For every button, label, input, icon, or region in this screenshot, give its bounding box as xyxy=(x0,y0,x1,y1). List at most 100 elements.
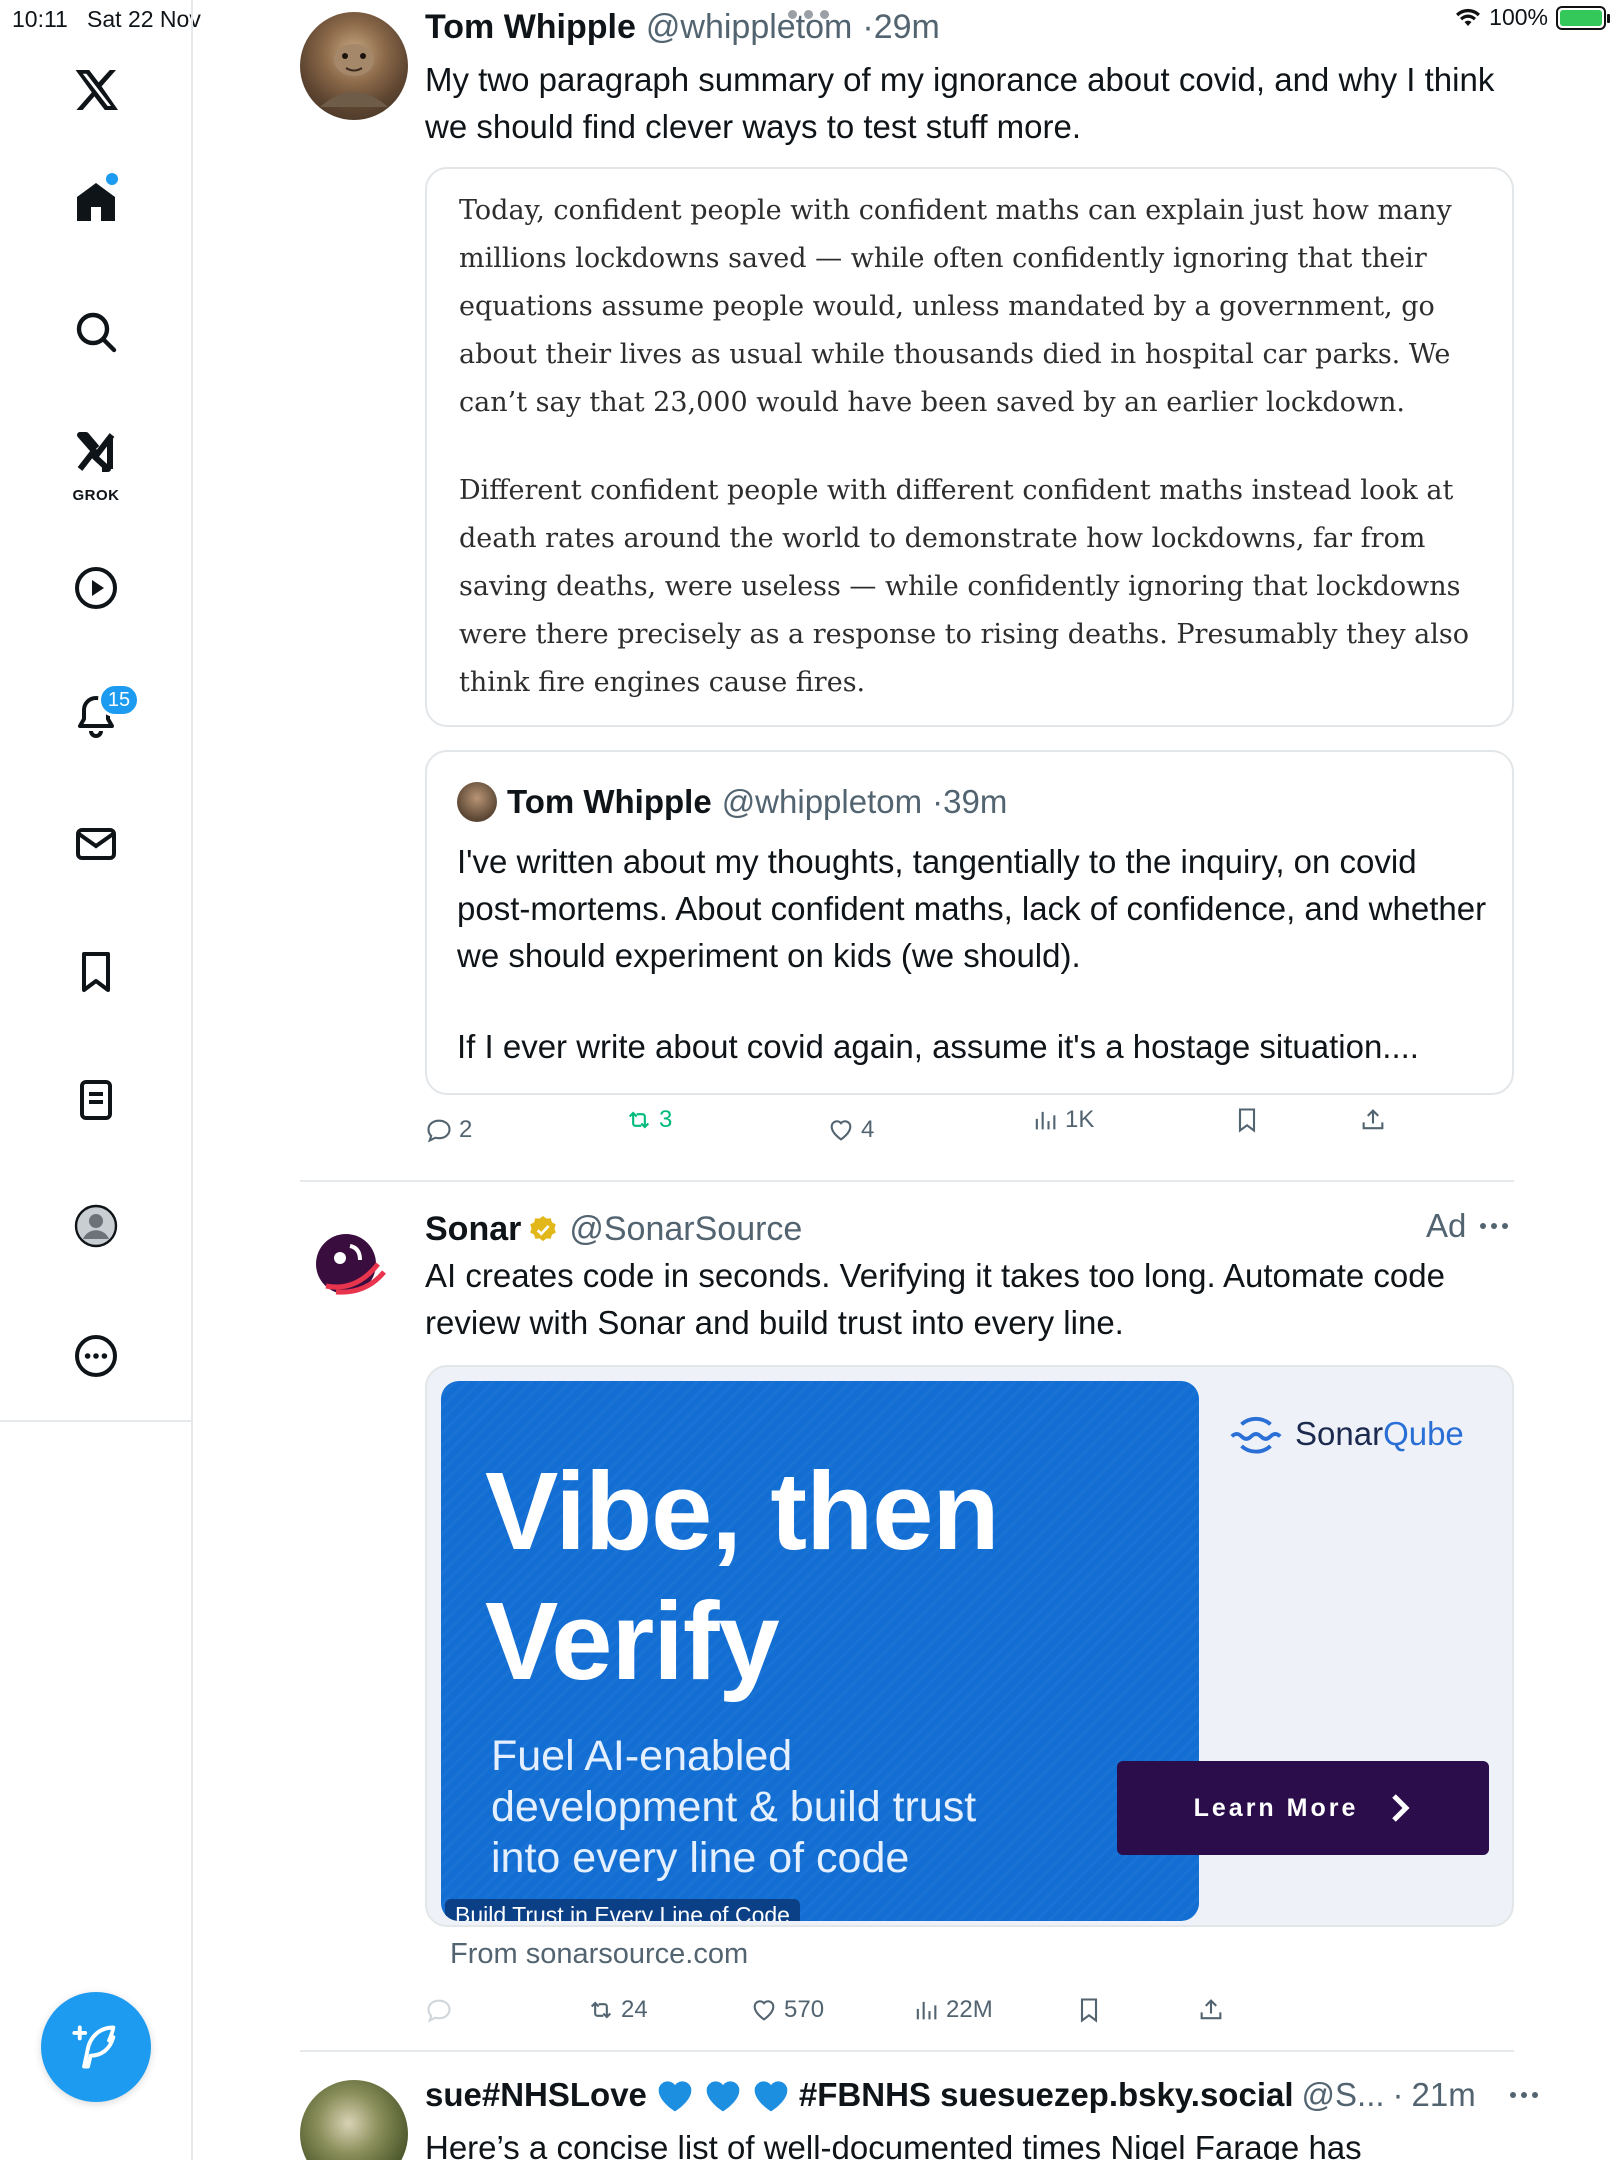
author-name[interactable]: Tom Whipple xyxy=(425,8,636,47)
lists-icon[interactable] xyxy=(56,1060,136,1140)
reply-count: 2 xyxy=(459,1116,473,1143)
repost-button[interactable]: 24 xyxy=(587,1996,648,2024)
author-handle[interactable]: @SonarSource xyxy=(569,1210,802,1249)
status-indicators: 100% xyxy=(1455,4,1610,31)
like-button[interactable]: 4 xyxy=(827,1116,874,1144)
views-icon xyxy=(916,2001,937,2020)
tweet-actions: 24 570 22M xyxy=(425,1990,1514,2030)
learn-more-button[interactable]: Learn More xyxy=(1117,1761,1489,1855)
ad-banner[interactable]: Vibe, then Verify Fuel AI-enabled develo… xyxy=(441,1381,1199,1921)
video-icon[interactable] xyxy=(56,548,136,628)
views-button[interactable]: 1K xyxy=(1031,1106,1094,1134)
mail-icon[interactable] xyxy=(56,804,136,884)
home-icon[interactable] xyxy=(56,162,136,242)
bookmark-icon xyxy=(1238,1108,1256,1133)
more-options-icon[interactable] xyxy=(1509,2092,1538,2098)
like-count: 4 xyxy=(861,1116,875,1143)
bookmark-icon xyxy=(1080,1998,1098,2023)
blue-heart-icon xyxy=(754,2081,788,2112)
dot-separator: · xyxy=(862,8,874,46)
repost-icon xyxy=(628,1111,650,1129)
blue-heart-icon xyxy=(706,2081,740,2112)
wifi-icon xyxy=(1456,8,1481,26)
heart-icon xyxy=(753,2000,775,2021)
profile-icon[interactable] xyxy=(56,1186,136,1266)
repost-button[interactable]: 3 xyxy=(625,1106,672,1134)
grok-label: GROK xyxy=(72,487,120,504)
ad-headline: Vibe, then Verify xyxy=(485,1447,1000,1707)
repost-icon xyxy=(590,2001,612,2019)
compose-icon xyxy=(72,2025,116,2069)
ad-card[interactable]: Vibe, then Verify Fuel AI-enabled develo… xyxy=(425,1365,1514,1927)
author-handle[interactable]: @S... xyxy=(1302,2076,1385,2114)
battery-percent: 100% xyxy=(1489,4,1548,30)
heart-icon xyxy=(830,1120,852,1141)
ad-label-group: Ad xyxy=(1426,1207,1509,1245)
ad-caption: Build Trust in Every Line of Code xyxy=(445,1899,800,1921)
quoted-tweet[interactable]: Tom Whipple @whippletom · 39m I've writt… xyxy=(425,750,1514,1095)
tweet-time[interactable]: 29m xyxy=(874,8,940,47)
share-icon xyxy=(1362,1109,1384,1130)
reply-button[interactable] xyxy=(425,1996,453,2024)
ad-headline-line: Vibe, then xyxy=(485,1450,1000,1573)
views-button[interactable]: 22M xyxy=(912,1996,993,2024)
quoted-tweet-time: 39m xyxy=(943,783,1008,820)
quoted-author-handle: @whippletom xyxy=(721,783,923,820)
ad-sub-line: Fuel AI-enabled xyxy=(491,1732,793,1780)
more-icon[interactable] xyxy=(56,1316,136,1396)
image-paragraph: Different confident people with differen… xyxy=(459,475,1470,698)
quoted-author-name: Tom Whipple xyxy=(507,783,712,820)
author-name-part[interactable]: #FBNHS suesuezep.bsky.social xyxy=(799,2076,1294,2114)
ad-source[interactable]: From sonarsource.com xyxy=(450,1938,748,1971)
bookmark-icon[interactable] xyxy=(56,932,136,1012)
views-count: 22M xyxy=(946,1996,993,2023)
author-name[interactable]: Sonar xyxy=(425,1210,521,1249)
quoted-tweet-header: Tom Whipple @whippletom · 39m xyxy=(457,782,1007,822)
reply-button[interactable]: 2 xyxy=(425,1116,472,1144)
brand-name-suffix: Qube xyxy=(1383,1415,1464,1452)
tweet-header: Tom Whipple @whippletom · 29m xyxy=(425,8,940,47)
ad-label: Ad xyxy=(1426,1207,1467,1244)
dot-separator: · xyxy=(1392,2076,1404,2113)
compose-button[interactable] xyxy=(41,1992,151,2102)
share-button[interactable] xyxy=(1197,1996,1225,2024)
like-count: 570 xyxy=(784,1996,825,2023)
like-button[interactable]: 570 xyxy=(750,1996,824,2024)
learn-more-label: Learn More xyxy=(1193,1793,1359,1822)
x-logo-icon[interactable] xyxy=(56,50,136,130)
ad-subheading: Fuel AI-enabled development & build trus… xyxy=(491,1731,976,1884)
author-handle[interactable]: @whippletom xyxy=(646,8,853,47)
quoted-paragraph: If I ever write about covid again, assum… xyxy=(457,1028,1419,1065)
share-button[interactable] xyxy=(1359,1106,1387,1134)
brand-name: Sonar xyxy=(1295,1415,1384,1452)
avatar[interactable] xyxy=(310,1226,390,1306)
share-icon xyxy=(1200,1999,1222,2020)
sonarqube-wave-icon xyxy=(1230,1416,1282,1454)
tweet-image[interactable]: Today, confident people with confident m… xyxy=(425,167,1514,727)
bookmark-button[interactable] xyxy=(1075,1996,1103,2024)
unread-dot xyxy=(106,173,118,185)
blue-heart-icon xyxy=(658,2081,692,2112)
quoted-paragraph: I've written about my thoughts, tangenti… xyxy=(457,843,1487,974)
tweet-text: Here’s a concise list of well-documented… xyxy=(425,2129,1362,2160)
repost-count: 24 xyxy=(621,1996,648,2023)
more-options-icon[interactable] xyxy=(1480,1223,1509,1229)
quoted-tweet-text: I've written about my thoughts, tangenti… xyxy=(457,838,1497,1070)
image-paragraph: Today, confident people with confident m… xyxy=(459,195,1452,418)
avatar[interactable] xyxy=(300,12,408,120)
ad-headline-line: Verify xyxy=(485,1580,780,1703)
tweet-header: Sonar @SonarSource xyxy=(425,1210,802,1249)
ad-sub-line: into every line of code xyxy=(491,1834,910,1882)
dot-separator: · xyxy=(932,783,944,820)
quoted-avatar xyxy=(457,782,497,822)
views-count: 1K xyxy=(1065,1106,1095,1133)
grok-icon[interactable]: GROK xyxy=(56,418,136,510)
tweet-text: AI creates code in seconds. Verifying it… xyxy=(425,1257,1445,1341)
battery-icon xyxy=(1556,5,1610,30)
bookmark-button[interactable] xyxy=(1233,1106,1261,1134)
tweet-actions: 2 3 4 1K xyxy=(425,1106,1514,1150)
avatar[interactable] xyxy=(300,2080,408,2160)
search-icon[interactable] xyxy=(56,292,136,372)
author-name-part[interactable]: sue#NHSLove xyxy=(425,2076,647,2114)
tweet-time[interactable]: 21m xyxy=(1412,2076,1476,2114)
